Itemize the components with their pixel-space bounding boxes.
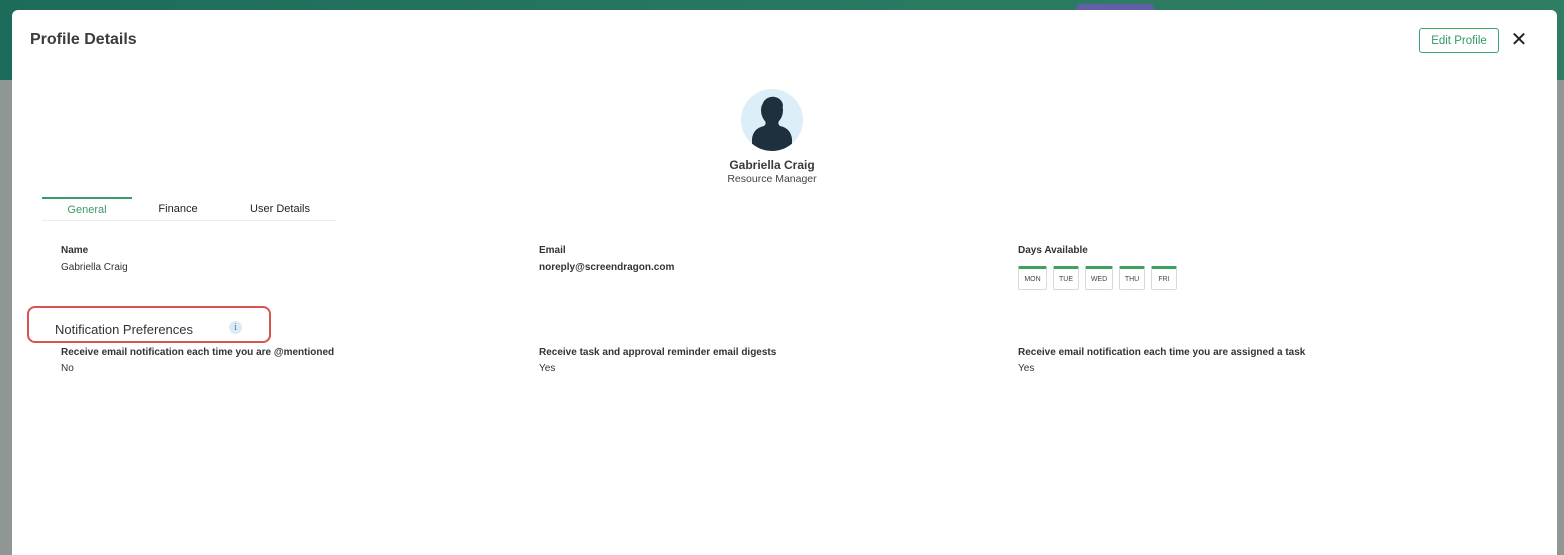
digest-pref-value: Yes xyxy=(539,363,556,374)
profile-tabs: General Finance User Details xyxy=(42,197,336,221)
day-badge-tue: TUE xyxy=(1053,266,1079,290)
day-badge-thu: THU xyxy=(1119,266,1145,290)
name-value: Gabriella Craig xyxy=(61,262,128,273)
tab-finance[interactable]: Finance xyxy=(144,197,212,221)
day-badge-wed: WED xyxy=(1085,266,1113,290)
name-label: Name xyxy=(61,245,89,256)
edit-profile-button[interactable]: Edit Profile xyxy=(1419,28,1499,53)
info-icon[interactable]: i xyxy=(229,321,242,334)
user-silhouette-icon xyxy=(752,96,792,151)
user-role: Resource Manager xyxy=(727,173,817,185)
tab-user-details[interactable]: User Details xyxy=(238,197,322,221)
email-label: Email xyxy=(539,245,566,256)
assigned-pref-value: Yes xyxy=(1018,363,1035,374)
notification-preferences-title: Notification Preferences xyxy=(55,322,194,337)
assigned-pref-label: Receive email notification each time you… xyxy=(1018,347,1306,358)
mentioned-pref-label: Receive email notification each time you… xyxy=(61,347,335,358)
modal-title: Profile Details xyxy=(30,31,137,48)
email-value: noreply@screendragon.com xyxy=(539,262,675,273)
days-available-label: Days Available xyxy=(1018,245,1088,256)
day-badge-mon: MON xyxy=(1018,266,1047,290)
days-available: MON TUE WED THU FRI xyxy=(1018,266,1177,290)
digest-pref-label: Receive task and approval reminder email… xyxy=(539,347,777,358)
profile-details-modal: Profile Details Edit Profile ✕ Gabriella… xyxy=(12,10,1557,555)
user-name: Gabriella Craig xyxy=(729,158,815,172)
day-badge-fri: FRI xyxy=(1151,266,1177,290)
mentioned-pref-value: No xyxy=(61,363,74,374)
tab-general[interactable]: General xyxy=(42,197,132,221)
avatar xyxy=(741,89,803,151)
close-icon[interactable]: ✕ xyxy=(1509,29,1529,51)
